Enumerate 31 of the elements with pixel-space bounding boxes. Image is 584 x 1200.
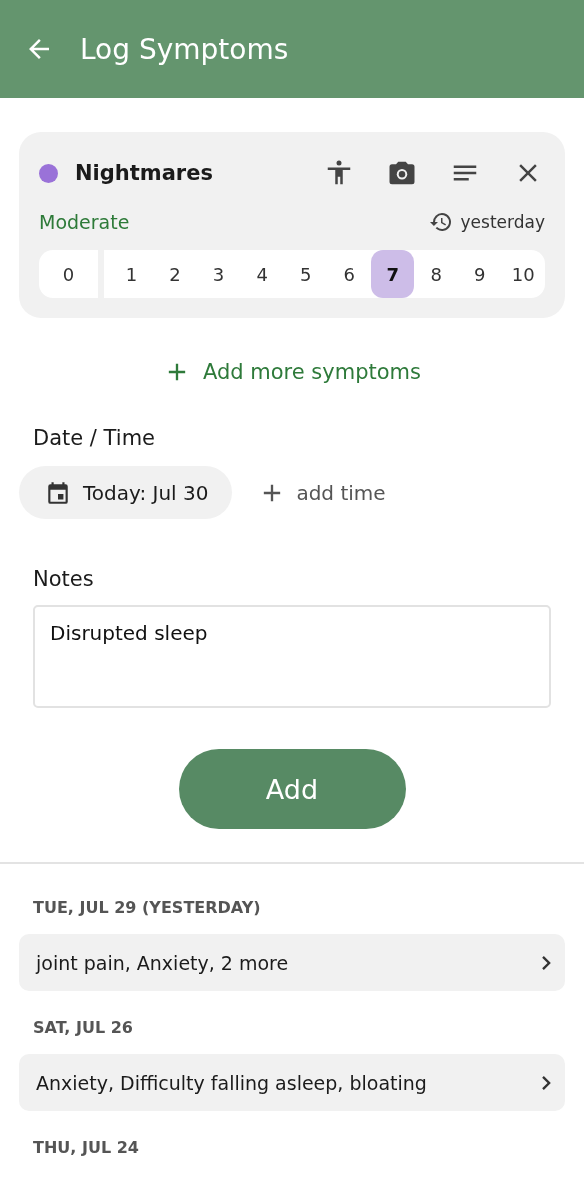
severity-option[interactable]: 6 bbox=[327, 250, 371, 298]
last-logged-text: yesterday bbox=[460, 212, 545, 232]
chevron-right-icon bbox=[542, 1075, 551, 1090]
calendar-icon bbox=[45, 479, 71, 506]
add-more-symptoms-button[interactable]: Add more symptoms bbox=[162, 358, 421, 386]
severity-option[interactable]: 5 bbox=[283, 250, 328, 298]
notes-label: Notes bbox=[33, 567, 95, 591]
severity-option[interactable]: 9 bbox=[458, 250, 502, 298]
date-chip[interactable]: Today: Jul 30 bbox=[19, 466, 233, 519]
history-icon bbox=[428, 210, 453, 234]
history-entry[interactable]: joint pain, Anxiety, 2 more bbox=[19, 934, 565, 991]
severity-option[interactable]: 1 bbox=[109, 250, 154, 298]
severity-option[interactable]: 8 bbox=[414, 250, 458, 298]
severity-option[interactable]: 0 bbox=[39, 250, 104, 298]
severity-option[interactable]: 10 bbox=[501, 250, 546, 298]
add-time-button[interactable]: add time bbox=[258, 478, 386, 507]
date-time-label: Date / Time bbox=[33, 426, 156, 450]
add-button[interactable]: Add bbox=[178, 749, 406, 829]
date-heading: THU, JUL 24 bbox=[33, 1138, 140, 1159]
severity-label: Moderate bbox=[39, 211, 130, 233]
symptom-name: Nightmares bbox=[75, 161, 214, 185]
notes-field[interactable]: Disrupted sleep bbox=[33, 605, 551, 708]
date-heading: SAT, JUL 26 bbox=[33, 1018, 134, 1039]
severity-option[interactable]: 3 bbox=[196, 250, 241, 298]
severity-option[interactable]: 7 bbox=[370, 250, 415, 298]
severity-option[interactable]: 2 bbox=[153, 250, 197, 298]
severity-option[interactable]: 4 bbox=[240, 250, 284, 298]
chevron-right-icon bbox=[542, 955, 551, 970]
screen-title: Log Symptoms bbox=[80, 32, 289, 66]
date-heading: TUE, JUL 29 (YESTERDAY) bbox=[33, 898, 262, 919]
history-entry[interactable]: Anxiety, Difficulty falling asleep, bloating bbox=[19, 1054, 565, 1111]
